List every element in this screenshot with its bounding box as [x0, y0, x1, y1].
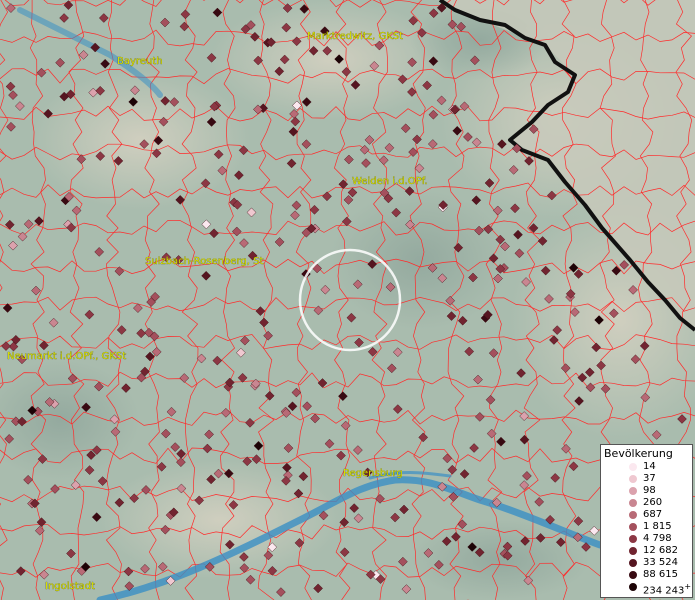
legend-swatch-icon — [629, 499, 637, 507]
legend-entry: 12 682 — [601, 545, 692, 557]
legend-swatch-icon — [629, 463, 637, 471]
legend-swatch-icon — [629, 475, 637, 483]
place-label-neumarkt: Neumarkt i.d.OPf., GKSt — [7, 351, 126, 362]
legend-entry: 37 — [601, 473, 692, 485]
legend-entry: 260 — [601, 497, 692, 509]
legend-swatch-icon — [629, 511, 637, 519]
place-label-regensburg: Regensburg — [343, 468, 403, 479]
legend-entry-suffix: + — [684, 582, 692, 591]
legend-entry-label: 234 243 — [643, 585, 685, 597]
legend-entry-label: 33 524 — [643, 557, 678, 568]
place-label-weiden: Weiden i.d.OPf. — [352, 176, 428, 187]
legend-entry-label: 37 — [643, 473, 656, 484]
legend-swatch-icon — [629, 559, 637, 567]
legend-entry: 1 815 — [601, 521, 692, 533]
legend-entry-label: 4 798 — [643, 533, 672, 544]
legend-entry: 687 — [601, 509, 692, 521]
legend-swatch-icon — [629, 547, 637, 555]
legend-entry-label: 260 — [643, 497, 663, 508]
legend-swatch-icon — [629, 571, 637, 579]
legend-entry: 33 524 — [601, 557, 692, 569]
legend-entries: 14 37 98 260 687 1 815 4 798 12 682 33 5… — [601, 461, 692, 597]
legend-swatch-icon — [629, 487, 637, 495]
legend-entry: 4 798 — [601, 533, 692, 545]
population-legend: Bevölkerung 14 37 98 260 687 1 815 4 798… — [600, 444, 693, 598]
legend-entry: 234 243+ — [601, 581, 692, 597]
legend-swatch-icon — [629, 523, 637, 531]
legend-entry-label: 687 — [643, 509, 663, 520]
population-map[interactable]: Bayreuth Marktredwitz, GKSt Weiden i.d.O… — [0, 0, 695, 600]
legend-entry-label: 12 682 — [643, 545, 678, 556]
legend-entry-label: 88 615 — [643, 569, 678, 580]
place-label-bayreuth: Bayreuth — [117, 56, 163, 67]
legend-swatch-icon — [629, 583, 637, 591]
legend-entry: 14 — [601, 461, 692, 473]
place-label-sulzbach-rosenberg: Sulzbach-Rosenberg, St — [145, 256, 263, 267]
place-label-ingolstadt: Ingolstadt — [45, 581, 95, 592]
legend-entry-label: 14 — [643, 461, 656, 472]
legend-entry-label: 98 — [643, 485, 656, 496]
legend-swatch-icon — [629, 535, 637, 543]
legend-title: Bevölkerung — [604, 447, 673, 460]
legend-entry-label: 1 815 — [643, 521, 672, 532]
place-label-marktredwitz: Marktredwitz, GKSt — [307, 31, 403, 42]
legend-entry: 88 615 — [601, 569, 692, 581]
legend-entry: 98 — [601, 485, 692, 497]
